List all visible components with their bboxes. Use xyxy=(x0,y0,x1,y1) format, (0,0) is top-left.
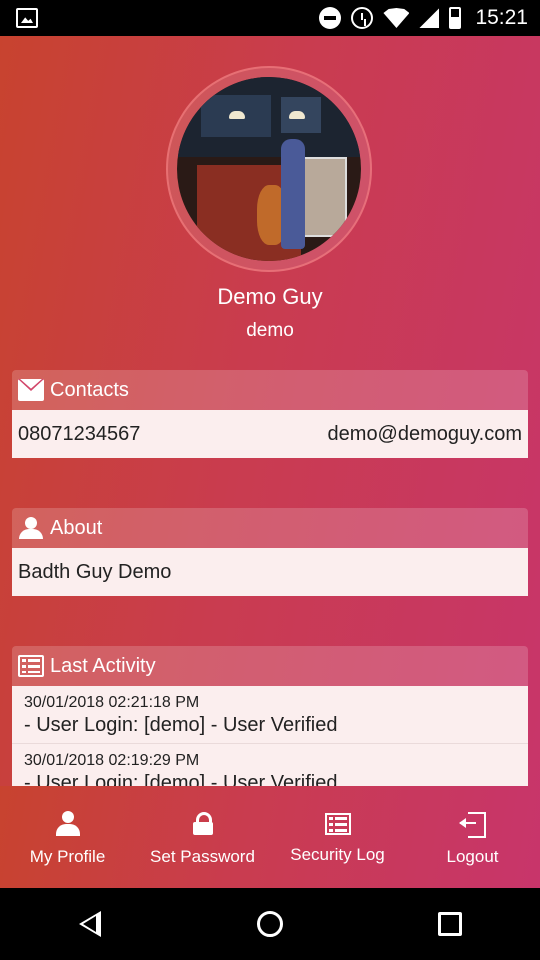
clock: 15:21 xyxy=(475,6,528,29)
activity-date: 30/01/2018 02:19:29 PM xyxy=(24,752,200,769)
about-text: Badth Guy Demo xyxy=(18,560,172,583)
contacts-header: Contacts xyxy=(12,370,528,410)
wifi-icon xyxy=(383,8,410,28)
dnd-icon xyxy=(319,7,342,29)
nav-label: Security Log xyxy=(290,845,385,864)
nav-my-profile[interactable]: My Profile xyxy=(0,786,135,888)
alarm-icon xyxy=(351,7,374,29)
activity-text: - User Login: [demo] - User Verified xyxy=(24,714,338,736)
profile-username: demo xyxy=(246,320,294,341)
home-icon xyxy=(257,911,283,937)
status-bar: 15:21 xyxy=(0,0,540,36)
mail-icon xyxy=(18,379,44,401)
avatar-photo xyxy=(177,77,361,261)
list-icon xyxy=(324,813,351,835)
recents-icon xyxy=(438,912,462,936)
lock-icon xyxy=(190,811,216,837)
activity-title: Last Activity xyxy=(50,654,156,677)
contacts-body: 08071234567 demo@demoguy.com xyxy=(12,410,528,458)
about-title: About xyxy=(50,516,103,539)
email-address[interactable]: demo@demoguy.com xyxy=(328,423,522,446)
nav-logout[interactable]: Logout xyxy=(405,786,540,888)
about-body: Badth Guy Demo xyxy=(12,548,528,596)
activity-text: - User Login: [demo] - User Verified xyxy=(24,772,338,786)
about-card: About Badth Guy Demo xyxy=(12,508,528,596)
nav-label: Logout xyxy=(446,847,499,866)
status-icons: 15:21 xyxy=(319,0,528,36)
signal-icon xyxy=(419,8,440,28)
image-icon xyxy=(16,8,38,28)
nav-security-log[interactable]: Security Log xyxy=(270,786,405,888)
list-icon xyxy=(18,655,44,677)
contacts-card: Contacts 08071234567 demo@demoguy.com xyxy=(12,370,528,458)
battery-icon xyxy=(449,7,462,29)
user-icon xyxy=(55,811,81,837)
back-button[interactable] xyxy=(60,894,120,954)
bottom-nav: My Profile Set Password Security Log Log… xyxy=(0,786,540,888)
activity-list[interactable]: 30/01/2018 02:21:18 PM - User Login: [de… xyxy=(12,686,528,786)
user-icon xyxy=(18,517,44,539)
system-nav-bar xyxy=(0,888,540,960)
home-button[interactable] xyxy=(240,894,300,954)
activity-date: 30/01/2018 02:21:18 PM xyxy=(24,694,200,711)
recents-button[interactable] xyxy=(420,894,480,954)
list-item: 30/01/2018 02:21:18 PM - User Login: [de… xyxy=(12,686,528,744)
profile-screen: Demo Guy demo Contacts 08071234567 demo@… xyxy=(0,36,540,888)
nav-set-password[interactable]: Set Password xyxy=(135,786,270,888)
avatar[interactable] xyxy=(166,66,372,272)
profile-name: Demo Guy xyxy=(217,284,323,309)
phone-number[interactable]: 08071234567 xyxy=(18,423,140,446)
nav-label: Set Password xyxy=(150,847,255,866)
activity-header: Last Activity xyxy=(12,646,528,686)
logout-icon xyxy=(458,811,486,838)
about-header: About xyxy=(12,508,528,548)
list-item: 30/01/2018 02:19:29 PM - User Login: [de… xyxy=(12,744,528,786)
back-icon xyxy=(79,911,101,937)
contacts-title: Contacts xyxy=(50,378,129,401)
activity-card: Last Activity 30/01/2018 02:21:18 PM - U… xyxy=(12,646,528,786)
nav-label: My Profile xyxy=(29,847,106,866)
